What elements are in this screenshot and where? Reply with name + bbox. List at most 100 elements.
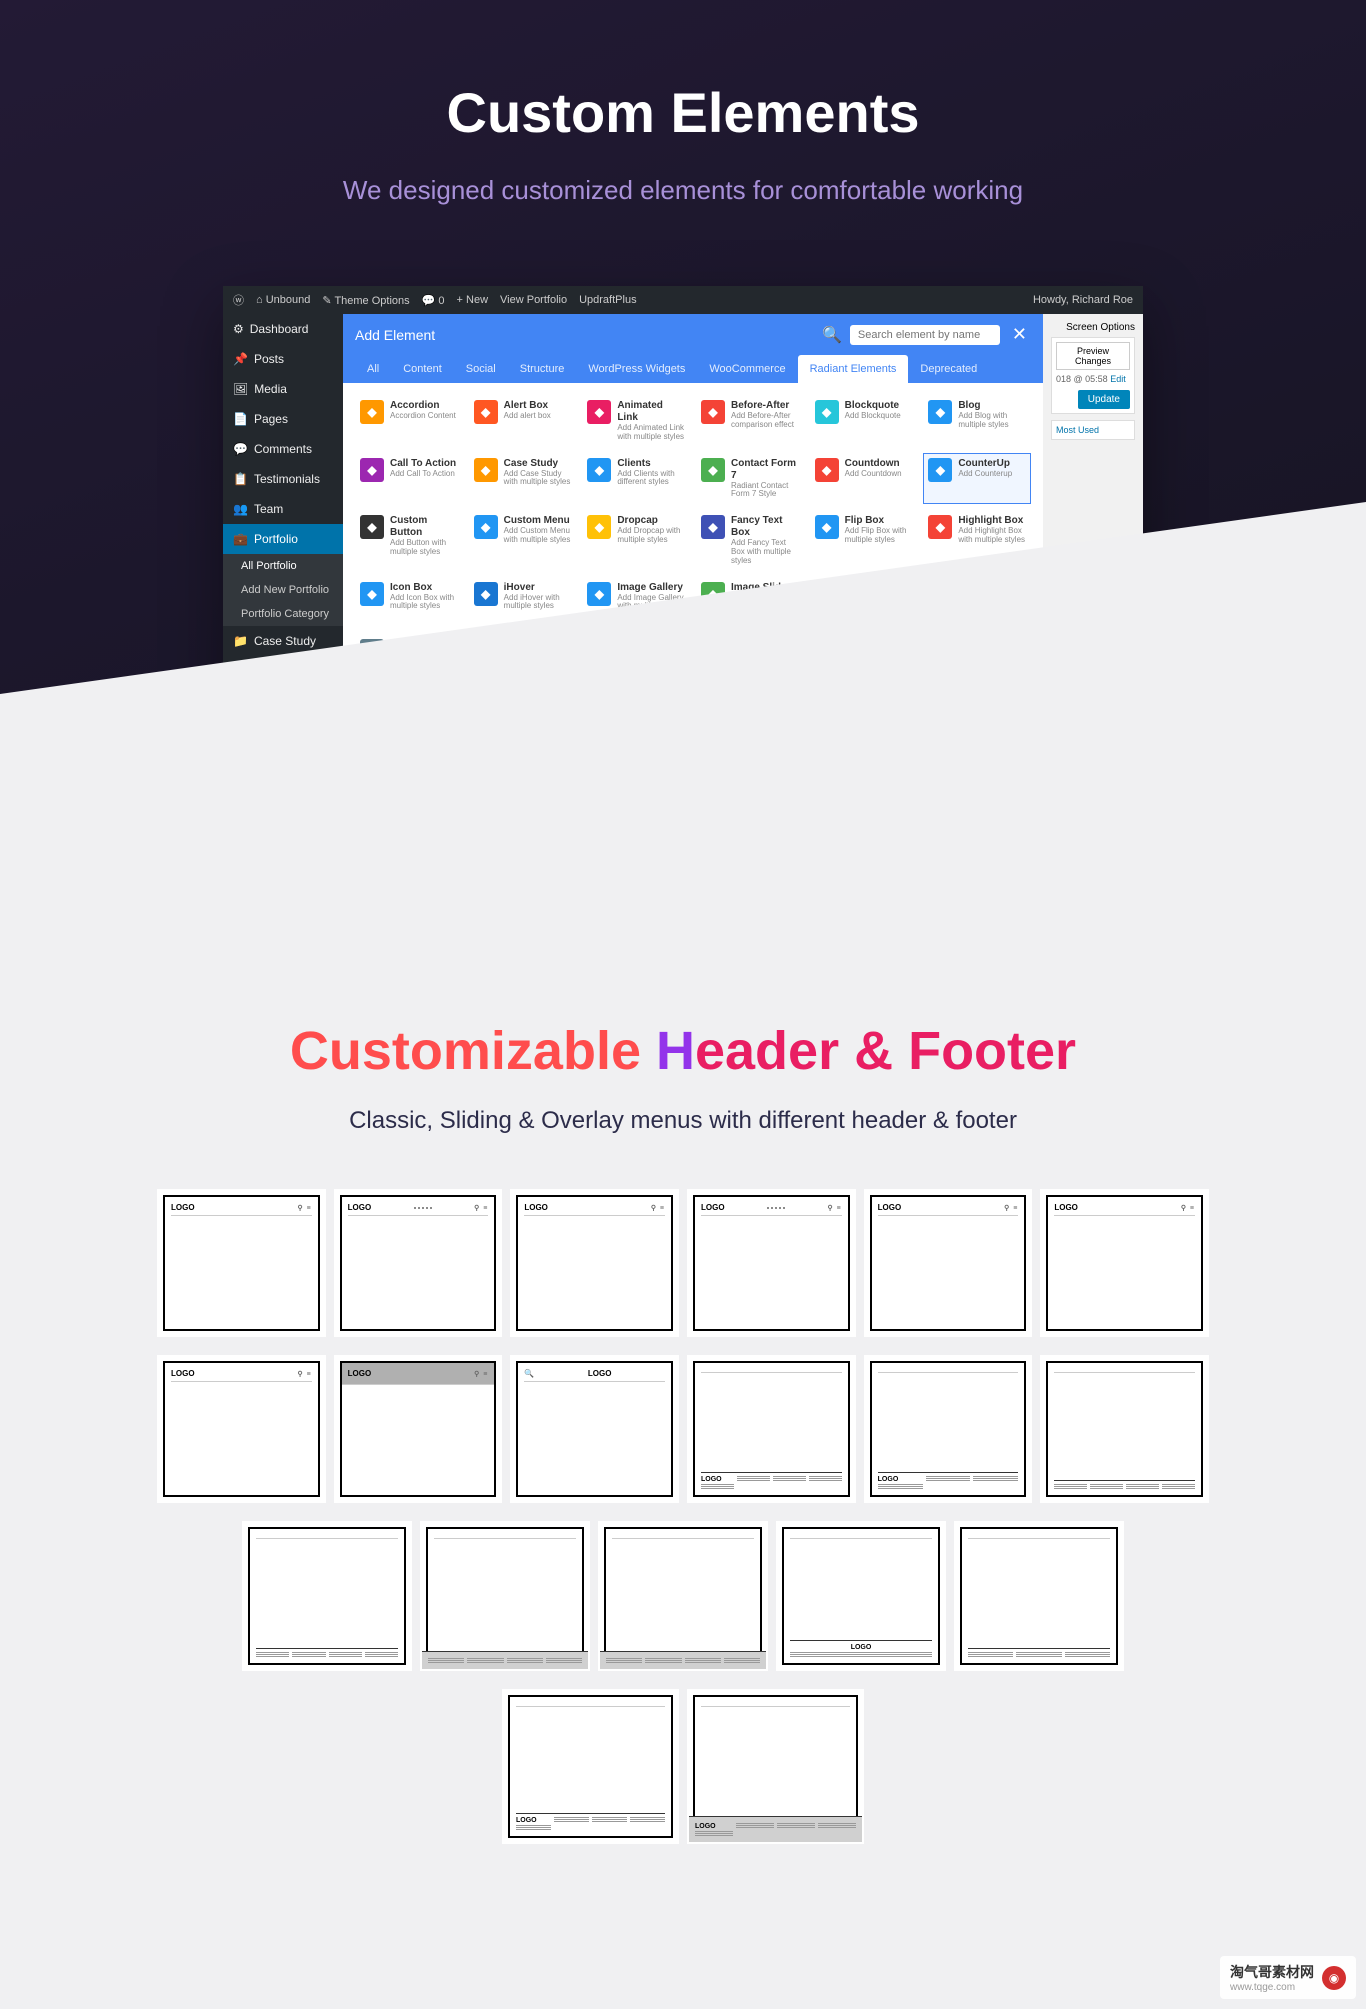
element-timeline[interactable]: ◆Timeline — [355, 749, 463, 783]
layout-preview[interactable]: LOGO⚲ ≡ — [340, 1361, 497, 1497]
site-name[interactable]: ⌂ Unbound — [256, 294, 310, 306]
menu-icon: 📦 — [233, 754, 248, 768]
section2-subtitle: Classic, Sliding & Overlay menus with di… — [0, 1107, 1366, 1135]
element-image-slider[interactable]: ◆Image SliderAdd Image Slider — [696, 577, 804, 629]
sidebar-item-team[interactable]: 👥Team — [223, 494, 343, 524]
tab-woocommerce[interactable]: WooCommerce — [697, 355, 797, 383]
element-masonry-gallery[interactable]: ◆Masonry GalleryAdd Masonry Gallery — [355, 634, 463, 686]
howdy-user[interactable]: Howdy, Richard Roe — [1033, 294, 1133, 306]
element-icon-box[interactable]: ◆Icon BoxAdd Icon Box with multiple styl… — [355, 577, 463, 629]
sidebar-item-pages[interactable]: 📄Pages — [223, 404, 343, 434]
layout-preview[interactable]: LOGO⚲ ≡ — [163, 1195, 320, 1331]
updraft-link[interactable]: UpdraftPlus — [579, 294, 636, 306]
close-icon[interactable]: ✕ — [1008, 324, 1031, 345]
sidebar-item-clients[interactable]: 👤Clients — [223, 656, 343, 686]
layout-preview[interactable]: LOGO — [693, 1361, 850, 1497]
preview-button[interactable]: Preview Changes — [1056, 342, 1130, 370]
sidebar-item-testimonials[interactable]: 📋Testimonials — [223, 464, 343, 494]
element-alert-box[interactable]: ◆Alert BoxAdd alert box — [469, 395, 577, 447]
update-button[interactable]: Update — [1078, 390, 1130, 409]
element-fancy-text-box[interactable]: ◆Fancy Text BoxAdd Fancy Text Box with m… — [696, 510, 804, 570]
element-animated-link[interactable]: ◆Animated LinkAdd Animated Link with mul… — [582, 395, 690, 447]
element-flip-box[interactable]: ◆Flip BoxAdd Flip Box with multiple styl… — [810, 510, 918, 570]
view-portfolio-link[interactable]: View Portfolio — [500, 294, 567, 306]
layout-preview[interactable]: LOGO — [693, 1695, 858, 1838]
wp-logo-icon[interactable]: ⓦ — [233, 292, 244, 308]
tab-wordpress-widgets[interactable]: WordPress Widgets — [576, 355, 697, 383]
element-tabs[interactable]: ◆TabsTabbed Content — [469, 692, 577, 744]
sidebar-item-case-study[interactable]: 📁Case Study — [223, 626, 343, 656]
layout-preview[interactable]: LOGO — [870, 1361, 1027, 1497]
sidebar-item-comments[interactable]: 💬Comments — [223, 434, 343, 464]
element-loan-calculator[interactable]: ◆Loan CalculatorAdd Loan Calculator — [923, 577, 1031, 629]
element-countdown[interactable]: ◆CountdownAdd Countdown — [810, 453, 918, 505]
layout-preview[interactable] — [248, 1527, 406, 1664]
tab-all[interactable]: All — [355, 355, 391, 383]
element-accordion[interactable]: ◆AccordionAccordion Content — [355, 395, 463, 447]
element-ihover[interactable]: ◆iHoverAdd iHover with multiple styles — [469, 577, 577, 629]
sidebar-item-dashboard[interactable]: ⚙Dashboard — [223, 314, 343, 344]
sidebar-item-media[interactable]: 🖼Media — [223, 374, 343, 404]
layout-preview[interactable] — [960, 1527, 1118, 1664]
layout-preview[interactable]: LOGO⚲ ≡ — [1046, 1195, 1203, 1331]
sidebar-sub-item[interactable]: All Portfolio — [223, 554, 343, 578]
screen-options-tab[interactable]: Screen Options — [1051, 322, 1135, 333]
element-case-study[interactable]: ◆Case StudyAdd Case Study with multiple … — [469, 453, 577, 505]
layout-preview[interactable]: LOGO⚲ ≡ — [516, 1195, 673, 1331]
element-blockquote[interactable]: ◆BlockquoteAdd Blockquote — [810, 395, 918, 447]
layout-preview[interactable]: LOGO — [508, 1695, 673, 1838]
theme-options-link[interactable]: ✎ Theme Options — [322, 294, 409, 307]
element-icon: ◆ — [701, 458, 725, 482]
new-link[interactable]: + New — [457, 294, 489, 306]
element-call-to-action[interactable]: ◆Call To ActionAdd Call To Action — [355, 453, 463, 505]
element-progress-bar[interactable]: ◆Progress BarRadiant Theme Progress Bar — [923, 634, 1031, 686]
sidebar-sub-item[interactable]: Add New Portfolio — [223, 578, 343, 602]
element-pricing-item[interactable]: ◆Pricing ItemAdd pricing item with multi… — [810, 634, 918, 686]
element-portfolio[interactable]: ◆PortfolioAdd Portfolio with multiple st… — [582, 634, 690, 686]
layout-preview[interactable] — [604, 1527, 762, 1664]
layout-preview[interactable] — [426, 1527, 584, 1664]
layout-preview[interactable]: LOGO⚲ ≡ — [163, 1361, 320, 1497]
sidebar-item-products[interactable]: 📦Products — [223, 746, 343, 776]
layout-preview[interactable]: LOGO⚲ ≡ — [340, 1195, 497, 1331]
tab-radiant-elements[interactable]: Radiant Elements — [798, 355, 909, 383]
element-contact-form-7[interactable]: ◆Contact Form 7Radiant Contact Form 7 St… — [696, 453, 804, 505]
element-custom-button[interactable]: ◆Custom ButtonAdd Button with multiple s… — [355, 510, 463, 570]
tab-structure[interactable]: Structure — [508, 355, 577, 383]
layout-preview[interactable]: LOGO — [782, 1527, 940, 1664]
sidebar-item-posts[interactable]: 📌Posts — [223, 344, 343, 374]
element-counterup[interactable]: ◆CounterUpAdd Counterup — [923, 453, 1031, 505]
element-theme-button[interactable]: ◆Theme ButtonCompatible with Color Schem… — [923, 692, 1031, 744]
element-list[interactable]: ◆ListAdd List with multiple styles — [810, 577, 918, 629]
element-blog[interactable]: ◆BlogAdd Blog with multiple styles — [923, 395, 1031, 447]
element-icon: ◆ — [701, 639, 725, 663]
element-team[interactable]: ◆TeamAdd Team with multiple styles — [582, 692, 690, 744]
tab-deprecated[interactable]: Deprecated — [908, 355, 989, 383]
tab-social[interactable]: Social — [454, 355, 508, 383]
comments-link[interactable]: 💬 0 — [422, 294, 445, 307]
element-search-input[interactable] — [850, 325, 1000, 345]
header-layouts-row1: LOGO⚲ ≡LOGO⚲ ≡LOGO⚲ ≡LOGO⚲ ≡LOGO⚲ ≡LOGO⚲… — [163, 1195, 1203, 1331]
layout-preview[interactable] — [1046, 1361, 1203, 1497]
element-highlight-box[interactable]: ◆Highlight BoxAdd Highlight Box with mul… — [923, 510, 1031, 570]
element-clients[interactable]: ◆ClientsAdd Clients with different style… — [582, 453, 690, 505]
sidebar-sub-item[interactable]: Portfolio Category — [223, 602, 343, 626]
element-testimonial[interactable]: ◆TestimonialAdd Testimonial with differe… — [696, 692, 804, 744]
layout-preview[interactable]: 🔍LOGO — [516, 1361, 673, 1497]
element-typewriter-text[interactable]: ◆Typewriter TextAdd Typewriter Text on t… — [810, 692, 918, 744]
element-custom-menu[interactable]: ◆Custom MenuAdd Custom Menu with multipl… — [469, 510, 577, 570]
tab-content[interactable]: Content — [391, 355, 454, 383]
sidebar-item-portfolio[interactable]: 💼Portfolio — [223, 524, 343, 554]
layout-preview[interactable]: LOGO⚲ ≡ — [870, 1195, 1027, 1331]
layout-preview[interactable]: LOGO⚲ ≡ — [693, 1195, 850, 1331]
element-dropcap[interactable]: ◆DropcapAdd Dropcap with multiple styles — [582, 510, 690, 570]
sidebar-item-woocommerce[interactable]: 🛒WooCommerce — [223, 716, 343, 746]
element-image-gallery[interactable]: ◆Image GalleryAdd Image Gallery with mul… — [582, 577, 690, 629]
element-separator[interactable]: ◆SeparatorRadiant Theme Separator — [355, 692, 463, 744]
element-icon: ◆ — [360, 754, 384, 778]
element-icon: ◆ — [360, 582, 384, 606]
sidebar-item-contact[interactable]: ✉Contact — [223, 686, 343, 716]
element-before-after[interactable]: ◆Before-AfterAdd Before-After comparison… — [696, 395, 804, 447]
element-portfolio-slider[interactable]: ◆Portfolio SliderAdd Portfolio Slider — [696, 634, 804, 686]
element-popup-video[interactable]: ◆Popup VideoAdd video popup player — [469, 634, 577, 686]
